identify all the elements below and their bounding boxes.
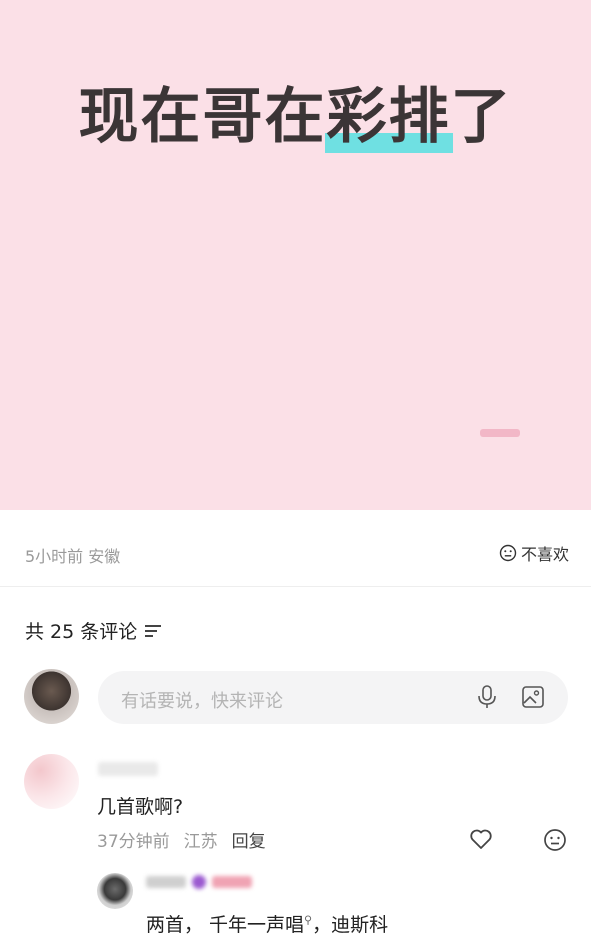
- search-icon[interactable]: ⚲: [304, 914, 312, 927]
- post-image-title: 现在哥在彩排了: [0, 68, 591, 155]
- comment-time: 37分钟前: [97, 832, 170, 852]
- title-text-end: 了: [450, 82, 513, 152]
- reply-button[interactable]: 回复: [232, 827, 266, 852]
- post-meta-row: 5小时前 安徽 不喜欢: [0, 510, 591, 587]
- replier-name-blurred[interactable]: [146, 874, 266, 890]
- reply-text: 两首， 千年一声唱⚲，迪斯科: [146, 910, 388, 937]
- replier-avatar[interactable]: [97, 873, 133, 909]
- comment-location: 江苏: [183, 832, 218, 852]
- decorative-dash: [480, 429, 520, 437]
- comment-meta: 37分钟前 江苏 回复: [97, 827, 266, 852]
- comment-count-header: 共 25 条评论: [25, 617, 162, 644]
- title-highlight: 彩排: [324, 68, 453, 155]
- image-icon[interactable]: [521, 685, 545, 709]
- heart-icon[interactable]: [469, 828, 493, 850]
- reply-text-main: 两首， 千年一声唱: [146, 914, 305, 936]
- comment-count: 共 25 条评论: [25, 621, 138, 643]
- comment-input[interactable]: 有话要说，快来评论: [98, 671, 568, 724]
- commenter-avatar[interactable]: [24, 754, 79, 809]
- microphone-icon[interactable]: [476, 684, 498, 710]
- post-image[interactable]: 现在哥在彩排了: [0, 0, 591, 510]
- post-time-location: 5小时前 安徽: [25, 547, 121, 566]
- comment-input-placeholder: 有话要说，快来评论: [121, 691, 283, 712]
- neutral-emoji-icon[interactable]: [543, 828, 567, 852]
- comment-text: 几首歌啊?: [97, 796, 184, 818]
- dislike-label: 不喜欢: [520, 545, 569, 564]
- current-user-avatar[interactable]: [24, 669, 79, 724]
- commenter-name-blurred[interactable]: [98, 762, 158, 776]
- title-text: 现在哥在: [78, 82, 327, 152]
- sort-icon[interactable]: [145, 624, 162, 638]
- dislike-button[interactable]: 不喜欢: [499, 538, 569, 568]
- neutral-face-icon: [499, 544, 517, 562]
- reply-text-tail: ，迪斯科: [312, 914, 389, 936]
